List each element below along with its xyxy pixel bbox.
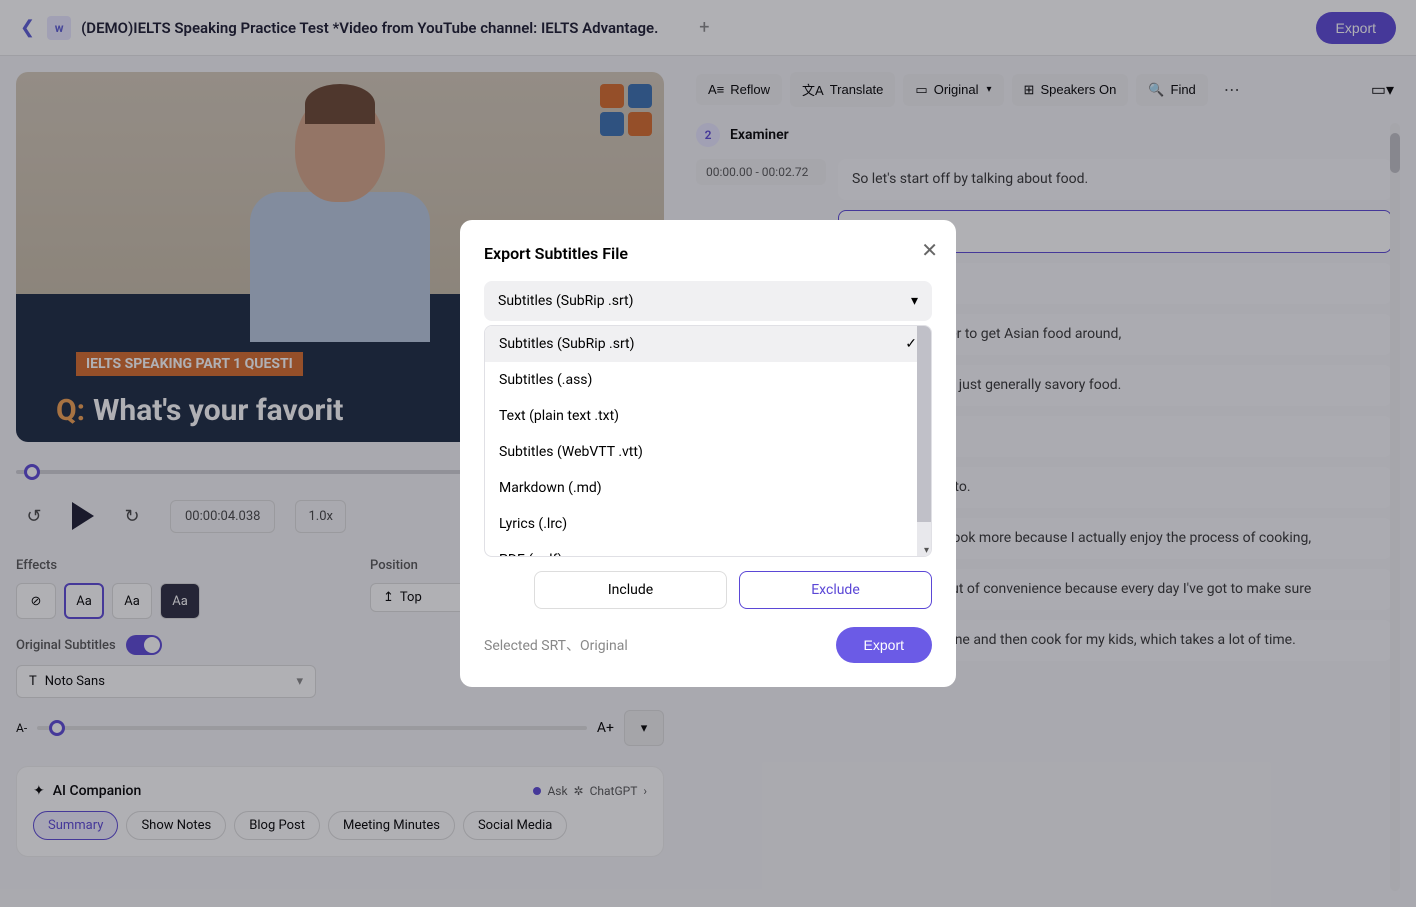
format-option[interactable]: Markdown (.md) xyxy=(485,470,931,506)
exclude-button[interactable]: Exclude xyxy=(739,571,932,609)
format-select[interactable]: Subtitles (SubRip .srt) ▾ xyxy=(484,281,932,321)
modal-title: Export Subtitles File xyxy=(484,244,932,263)
include-button[interactable]: Include xyxy=(534,571,727,609)
close-icon[interactable]: ✕ xyxy=(921,238,938,262)
format-option[interactable]: Subtitles (SubRip .srt)✓ xyxy=(485,326,931,362)
check-icon: ✓ xyxy=(905,336,917,352)
format-dropdown: Subtitles (SubRip .srt)✓Subtitles (.ass)… xyxy=(484,325,932,557)
chevron-down-icon: ▾ xyxy=(911,293,918,309)
format-option[interactable]: Lyrics (.lrc) xyxy=(485,506,931,542)
dropdown-scrollbar[interactable]: ▾ xyxy=(917,326,931,556)
modal-export-button[interactable]: Export xyxy=(836,627,932,663)
export-modal: Export Subtitles File ✕ Subtitles (SubRi… xyxy=(460,220,956,687)
format-option[interactable]: Subtitles (.ass) xyxy=(485,362,931,398)
modal-overlay: Export Subtitles File ✕ Subtitles (SubRi… xyxy=(0,0,1416,907)
modal-status: Selected SRT、Original xyxy=(484,635,628,655)
format-option[interactable]: PDF (.pdf) xyxy=(485,542,931,556)
format-option[interactable]: Text (plain text .txt) xyxy=(485,398,931,434)
format-option[interactable]: Subtitles (WebVTT .vtt) xyxy=(485,434,931,470)
